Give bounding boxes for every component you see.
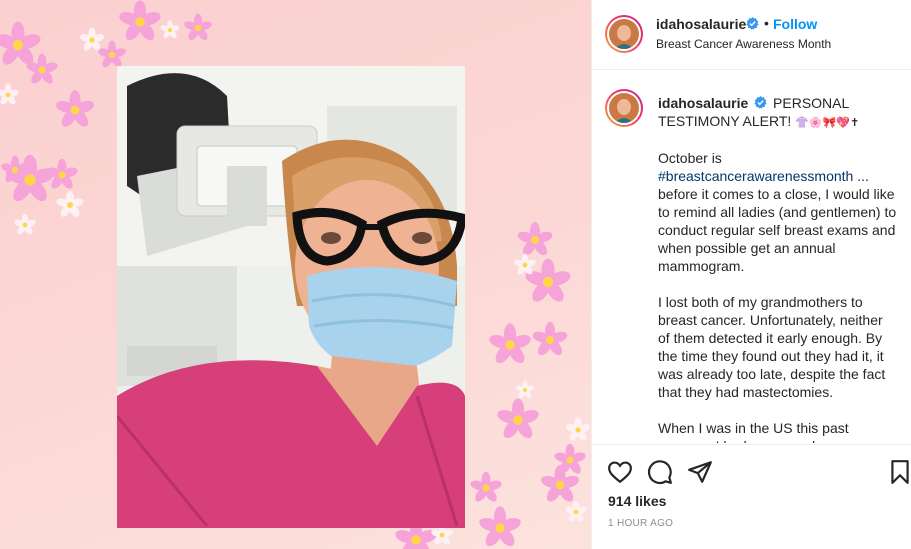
hashtag-link[interactable]: #breastcancerawarenessmonth — [658, 168, 853, 184]
caption-first-line: idahosalaurie PERSONAL TESTIMONY ALERT! … — [658, 94, 898, 132]
caption-paragraph-3: When I was in the US this past summer, I… — [658, 420, 849, 443]
paper-plane-icon[interactable] — [687, 459, 713, 485]
caption-username[interactable]: idahosalaurie — [658, 95, 748, 111]
heart-outline-icon[interactable] — [607, 459, 633, 485]
comment-bubble-icon[interactable] — [647, 459, 673, 485]
caption-area[interactable]: idahosalaurie PERSONAL TESTIMONY ALERT! … — [592, 71, 911, 443]
post-timestamp[interactable]: 1 HOUR AGO — [608, 518, 673, 529]
verified-badge-icon — [746, 17, 759, 30]
caption-paragraph-1: October is #breastcancerawarenessmonth .… — [658, 150, 897, 274]
post-media-pane[interactable] — [0, 0, 591, 549]
caption-body: October is #breastcancerawarenessmonth .… — [658, 149, 898, 443]
likes-count[interactable]: 914 likes — [608, 493, 666, 509]
selfie-illustration — [117, 66, 465, 528]
post-header: idahosalaurie • Follow Breast Cancer Awa… — [592, 0, 911, 70]
post-photo — [117, 66, 465, 528]
post-actions: 914 likes 1 HOUR AGO — [592, 444, 911, 549]
separator-dot: • — [764, 15, 769, 31]
bookmark-icon[interactable] — [887, 459, 911, 485]
header-username[interactable]: idahosalaurie — [656, 16, 746, 32]
follow-button[interactable]: Follow — [773, 16, 817, 32]
caption-emoji: 👚🌸🎀💖✝ — [795, 117, 860, 129]
caption-paragraph-2: I lost both of my grandmothers to breast… — [658, 294, 886, 400]
verified-badge-icon — [754, 96, 767, 109]
caption-avatar[interactable] — [605, 89, 643, 127]
post-side-panel: idahosalaurie • Follow Breast Cancer Awa… — [592, 0, 911, 549]
header-subtitle[interactable]: Breast Cancer Awareness Month — [656, 37, 831, 51]
avatar[interactable] — [605, 15, 643, 53]
